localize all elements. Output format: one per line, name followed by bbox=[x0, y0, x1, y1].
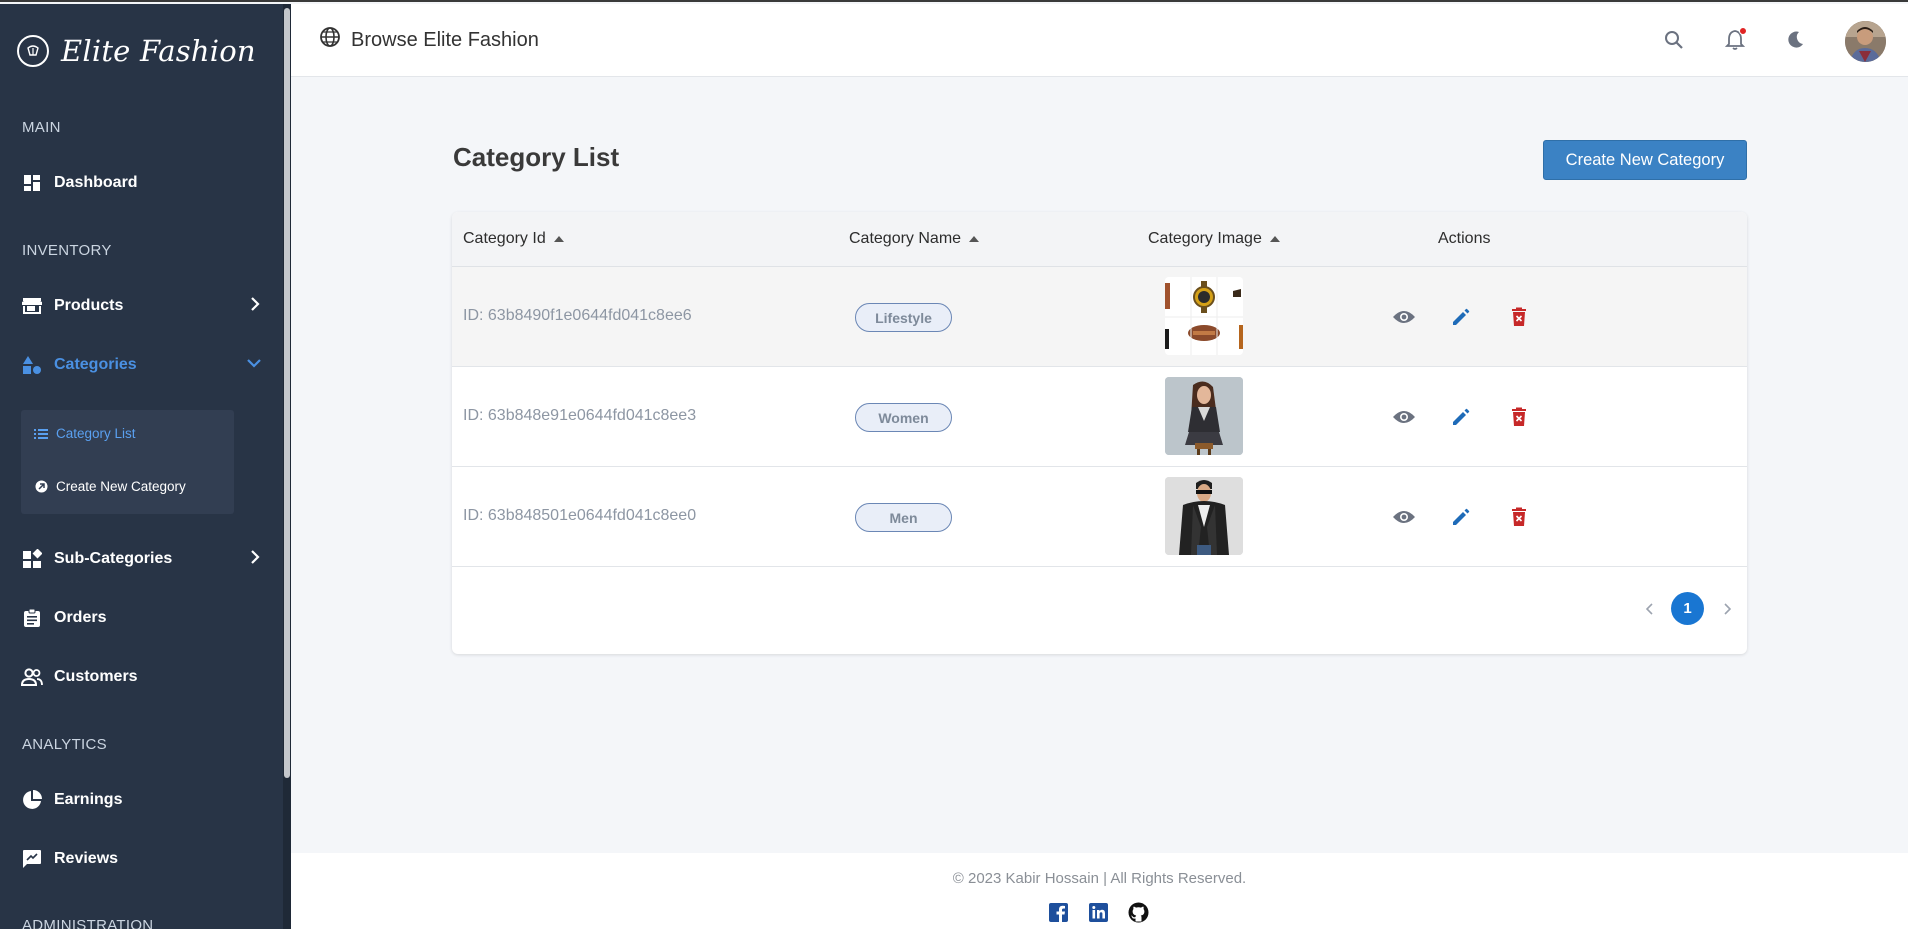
delete-icon[interactable] bbox=[1507, 405, 1531, 429]
store-icon bbox=[21, 295, 43, 317]
scrollbar-thumb[interactable] bbox=[284, 8, 290, 778]
column-header-label: Actions bbox=[1438, 230, 1491, 247]
notification-badge bbox=[1739, 27, 1747, 35]
view-icon[interactable] bbox=[1392, 405, 1416, 429]
chevron-down-icon bbox=[247, 356, 261, 374]
section-label-inventory: INVENTORY bbox=[22, 242, 112, 259]
sidebar-item-label: Categories bbox=[54, 356, 137, 373]
sort-arrow-icon[interactable] bbox=[1269, 236, 1280, 242]
category-name-chip: Men bbox=[855, 503, 952, 532]
table-row[interactable]: ID: 63b848501e0644fd041c8ee0 Men bbox=[452, 467, 1747, 567]
submenu-item-label: Category List bbox=[56, 426, 136, 441]
clipboard-icon bbox=[21, 607, 43, 629]
category-table: Category Id Category Name Category Image… bbox=[452, 212, 1747, 654]
section-label-main: MAIN bbox=[22, 119, 61, 136]
edit-icon[interactable] bbox=[1449, 405, 1473, 429]
page-title: Category List bbox=[453, 142, 620, 172]
submenu-item-category-list[interactable]: Category List bbox=[34, 426, 136, 441]
sidebar-item-label: Customers bbox=[54, 668, 138, 685]
header-title[interactable]: Browse Elite Fashion bbox=[319, 26, 539, 54]
list-icon bbox=[34, 427, 48, 441]
sidebar-item-sub-categories[interactable]: Sub-Categories bbox=[21, 544, 261, 574]
delete-icon[interactable] bbox=[1507, 305, 1531, 329]
category-shapes-icon bbox=[21, 354, 43, 376]
category-name-chip: Lifestyle bbox=[855, 303, 952, 332]
category-image bbox=[1165, 477, 1243, 555]
prev-page-icon[interactable] bbox=[1643, 592, 1657, 625]
categories-submenu: Category List Create New Category bbox=[21, 410, 234, 514]
submenu-item-label: Create New Category bbox=[56, 479, 186, 494]
sort-arrow-icon[interactable] bbox=[553, 236, 564, 242]
column-header-category-id[interactable]: Category Id bbox=[463, 230, 564, 248]
globe-icon bbox=[319, 26, 341, 54]
sidebar-item-orders[interactable]: Orders bbox=[21, 603, 261, 633]
edit-icon[interactable] bbox=[1449, 505, 1473, 529]
bell-icon[interactable] bbox=[1723, 27, 1747, 52]
brand[interactable]: Elite Fashion bbox=[17, 34, 256, 68]
copyright-text: © 2023 Kabir Hossain | All Rights Reserv… bbox=[952, 870, 1247, 887]
column-header-label: Category Id bbox=[463, 230, 546, 247]
sidebar-item-label: Dashboard bbox=[54, 174, 138, 191]
sidebar-item-categories[interactable]: Categories bbox=[21, 350, 261, 380]
sidebar-item-products[interactable]: Products bbox=[21, 291, 261, 321]
column-header-label: Category Image bbox=[1148, 230, 1262, 247]
sidebar-item-customers[interactable]: Customers bbox=[21, 662, 261, 692]
sidebar-item-label: Sub-Categories bbox=[54, 550, 173, 567]
view-icon[interactable] bbox=[1392, 305, 1416, 329]
category-image bbox=[1165, 277, 1243, 355]
facebook-icon[interactable] bbox=[1048, 902, 1069, 923]
delete-icon[interactable] bbox=[1507, 505, 1531, 529]
brand-name: Elite Fashion bbox=[61, 34, 256, 68]
linkedin-icon[interactable] bbox=[1088, 902, 1109, 923]
column-header-category-image[interactable]: Category Image bbox=[1148, 230, 1280, 248]
sidebar-item-label: Products bbox=[54, 297, 124, 314]
sidebar-item-reviews[interactable]: Reviews bbox=[21, 844, 261, 874]
brand-logo-icon bbox=[17, 35, 49, 67]
sidebar-item-label: Orders bbox=[54, 609, 107, 626]
widgets-icon bbox=[21, 548, 43, 570]
social-links bbox=[1048, 902, 1149, 923]
column-header-category-name[interactable]: Category Name bbox=[849, 230, 980, 248]
pie-chart-icon bbox=[21, 789, 43, 811]
sidebar-item-dashboard[interactable]: Dashboard bbox=[21, 168, 261, 198]
submenu-item-create-category[interactable]: Create New Category bbox=[34, 479, 186, 494]
next-page-icon[interactable] bbox=[1720, 592, 1734, 625]
category-id: ID: 63b848501e0644fd041c8ee0 bbox=[463, 507, 697, 524]
table-header: Category Id Category Name Category Image… bbox=[452, 212, 1747, 267]
category-id: ID: 63b8490f1e0644fd041c8ee6 bbox=[463, 307, 692, 324]
edit-icon[interactable] bbox=[1449, 305, 1473, 329]
top-header: Browse Elite Fashion bbox=[291, 4, 1908, 77]
column-header-actions: Actions bbox=[1438, 230, 1490, 248]
header-title-text: Browse Elite Fashion bbox=[351, 28, 539, 51]
search-icon[interactable] bbox=[1662, 28, 1686, 52]
rate-review-icon bbox=[21, 848, 43, 870]
category-name-chip: Women bbox=[855, 403, 952, 432]
category-image bbox=[1165, 377, 1243, 455]
create-new-category-button[interactable]: Create New Category bbox=[1543, 140, 1747, 180]
chevron-right-icon bbox=[249, 550, 261, 569]
sidebar-scrollbar[interactable] bbox=[283, 4, 291, 929]
github-icon[interactable] bbox=[1128, 902, 1149, 923]
footer: © 2023 Kabir Hossain | All Rights Reserv… bbox=[291, 853, 1908, 929]
section-label-administration: ADMINISTRATION bbox=[22, 917, 154, 929]
table-row[interactable]: ID: 63b848e91e0644fd041c8ee3 Women bbox=[452, 367, 1747, 467]
avatar[interactable] bbox=[1845, 21, 1886, 62]
section-label-analytics: ANALYTICS bbox=[22, 736, 107, 753]
page-number-button[interactable]: 1 bbox=[1671, 592, 1704, 625]
chevron-right-icon bbox=[249, 297, 261, 316]
sidebar-item-label: Earnings bbox=[54, 791, 123, 808]
sidebar: Elite Fashion MAIN Dashboard INVENTORY P… bbox=[0, 4, 291, 929]
people-icon bbox=[21, 666, 43, 688]
sidebar-item-label: Reviews bbox=[54, 850, 119, 867]
dashboard-icon bbox=[21, 172, 43, 194]
table-row[interactable]: ID: 63b8490f1e0644fd041c8ee6 Lifestyle bbox=[452, 267, 1747, 367]
category-id: ID: 63b848e91e0644fd041c8ee3 bbox=[463, 407, 697, 424]
column-header-label: Category Name bbox=[849, 230, 962, 247]
sidebar-item-earnings[interactable]: Earnings bbox=[21, 785, 261, 815]
moon-icon[interactable] bbox=[1783, 28, 1807, 52]
add-circle-icon bbox=[34, 480, 48, 494]
view-icon[interactable] bbox=[1392, 505, 1416, 529]
sort-arrow-icon[interactable] bbox=[969, 236, 980, 242]
